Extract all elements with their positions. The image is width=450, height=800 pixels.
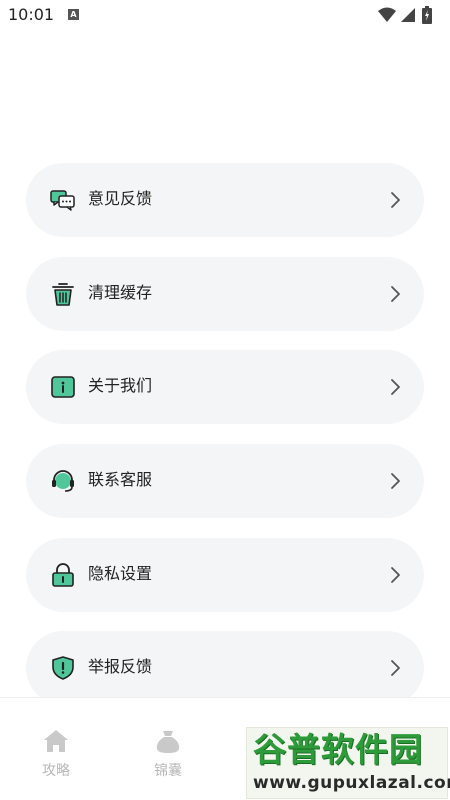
- menu-item-label: 清理缓存: [88, 283, 153, 302]
- menu-item-label: 联系客服: [88, 470, 153, 489]
- lock-icon: [52, 563, 74, 587]
- status-bar: 10:01 A: [0, 0, 450, 32]
- chat-bubbles-icon: [50, 190, 75, 211]
- nav-label: 攻略: [42, 763, 70, 779]
- nav-label: 锦囊: [154, 763, 182, 779]
- headset-icon: [52, 470, 74, 492]
- menu-item-feedback[interactable]: 意见反馈: [26, 163, 424, 237]
- trash-icon: [52, 283, 74, 306]
- watermark-title: 谷普软件园: [253, 730, 423, 769]
- menu-item-privacy-settings[interactable]: 隐私设置: [26, 538, 424, 612]
- info-icon: [51, 376, 75, 398]
- nav-tab-guide[interactable]: 攻略: [26, 728, 86, 784]
- menu-item-label: 隐私设置: [88, 564, 153, 583]
- chevron-right-icon: [391, 660, 400, 676]
- bag-icon: [156, 731, 180, 753]
- chevron-right-icon: [391, 379, 400, 395]
- nav-tab-tips[interactable]: 锦囊: [138, 728, 198, 784]
- menu-item-clear-cache[interactable]: 清理缓存: [26, 257, 424, 331]
- watermark-logo: 谷普软件园 www.gupuxlazal.com: [246, 727, 450, 799]
- chevron-right-icon: [391, 286, 400, 302]
- chevron-right-icon: [391, 567, 400, 583]
- chevron-right-icon: [391, 473, 400, 489]
- menu-item-label: 举报反馈: [88, 657, 153, 676]
- signal-icon: [401, 8, 415, 22]
- notification-badge-icon: A: [68, 9, 79, 20]
- menu-item-report-feedback[interactable]: 举报反馈: [26, 631, 424, 705]
- menu-item-label: 关于我们: [88, 376, 153, 395]
- menu-item-about-us[interactable]: 关于我们: [26, 350, 424, 424]
- chevron-right-icon: [391, 192, 400, 208]
- menu-item-customer-service[interactable]: 联系客服: [26, 444, 424, 518]
- wifi-icon: [378, 7, 396, 22]
- menu-item-label: 意见反馈: [88, 189, 153, 208]
- status-time: 10:01: [8, 5, 55, 24]
- watermark-url: www.gupuxlazal.com: [253, 773, 450, 793]
- home-icon: [44, 730, 68, 752]
- battery-icon: [422, 6, 432, 24]
- shield-alert-icon: [52, 656, 74, 680]
- status-icons: [372, 6, 442, 26]
